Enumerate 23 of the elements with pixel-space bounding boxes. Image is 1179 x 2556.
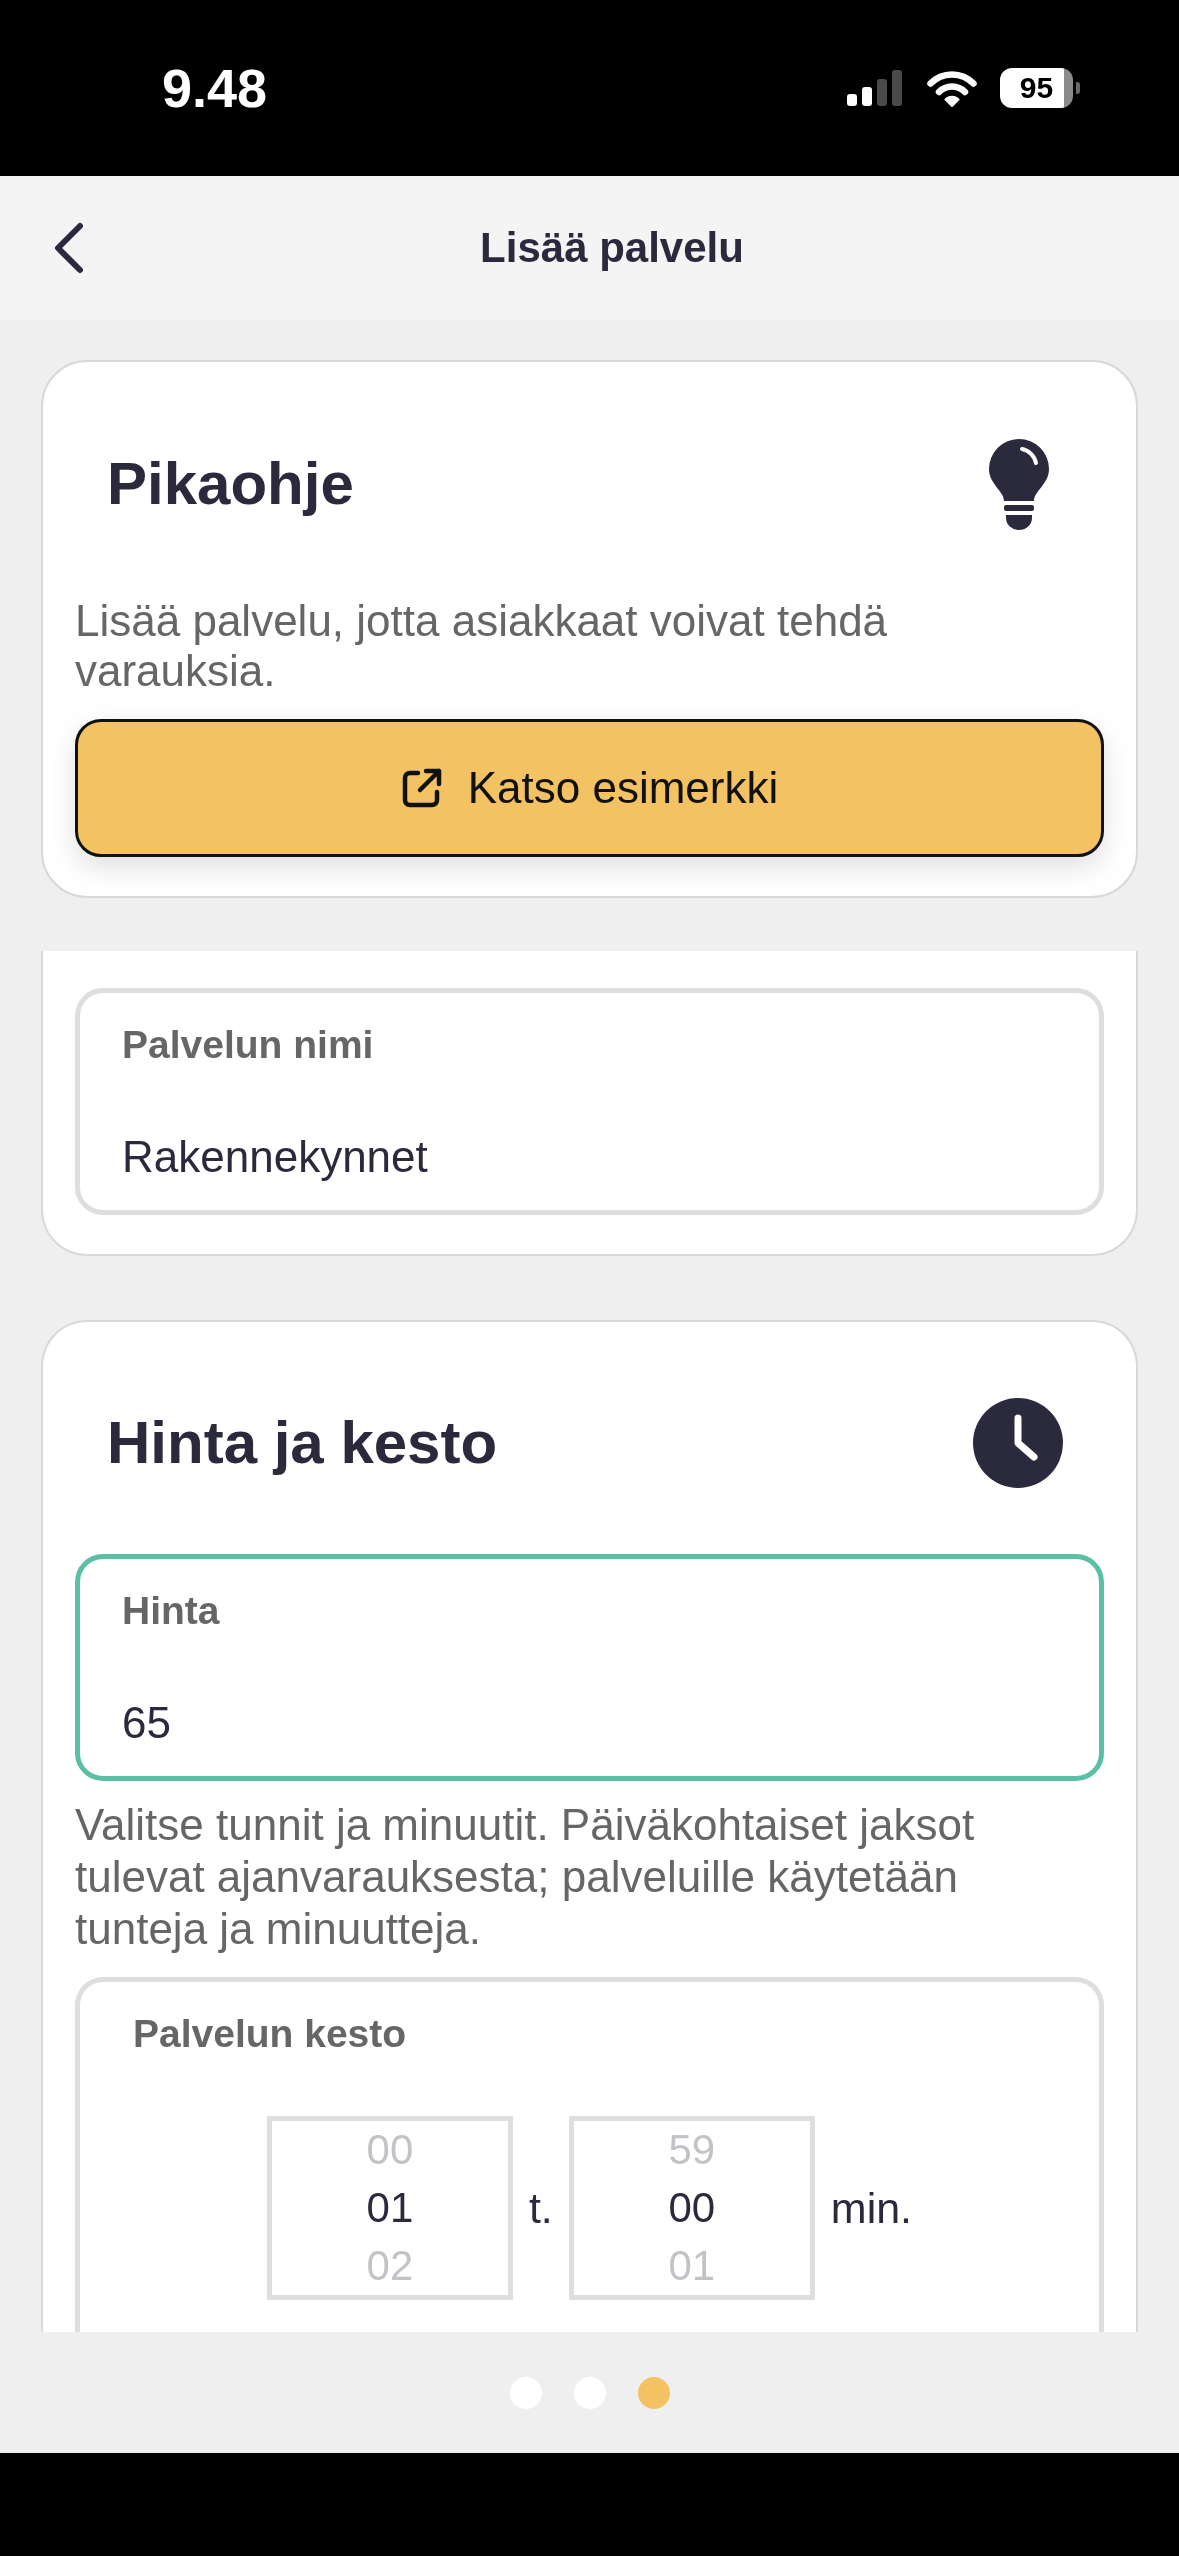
field-label: Palvelun kesto [133,2012,407,2056]
signal-icon [847,70,904,106]
chevron-left-icon [53,222,84,274]
external-link-icon [400,767,443,809]
picker-option[interactable]: 01 [366,2179,414,2237]
price-field[interactable]: Hinta 65 [75,1554,1104,1781]
page-dot[interactable] [637,2376,670,2409]
duration-picker[interactable]: 00 01 02 [266,2116,513,2300]
card-title: Hinta ja kesto [107,1408,498,1478]
help-text: Valitse tunnit ja minuutit. Päiväkohtaiset jaksot tulevat ajanvarauksesta; palveluille käytetään tunteja ja minuutteja. [75,1799,976,1955]
picker-option[interactable]: 00 [668,2179,716,2237]
clock-icon [973,1398,1063,1488]
card-description: Lisää palvelu, jotta asiakkaat voivat tehdä varauksia. [75,596,889,696]
service-name-field[interactable]: Palvelun nimi Rakennekynnet [75,988,1104,1215]
screen-title: Lisää palvelu [480,223,744,273]
status-time: 9.48 [162,58,268,118]
duration-picker[interactable]: 59 00 01 [568,2116,815,2300]
example-button[interactable]: Katso esimerkki [75,719,1104,857]
unit-label: min. [830,2183,913,2234]
wifi-icon [926,69,978,107]
lightbulb-icon [987,438,1051,530]
unit-label: t. [528,2183,553,2234]
card-title: Pikaohje [107,449,354,519]
